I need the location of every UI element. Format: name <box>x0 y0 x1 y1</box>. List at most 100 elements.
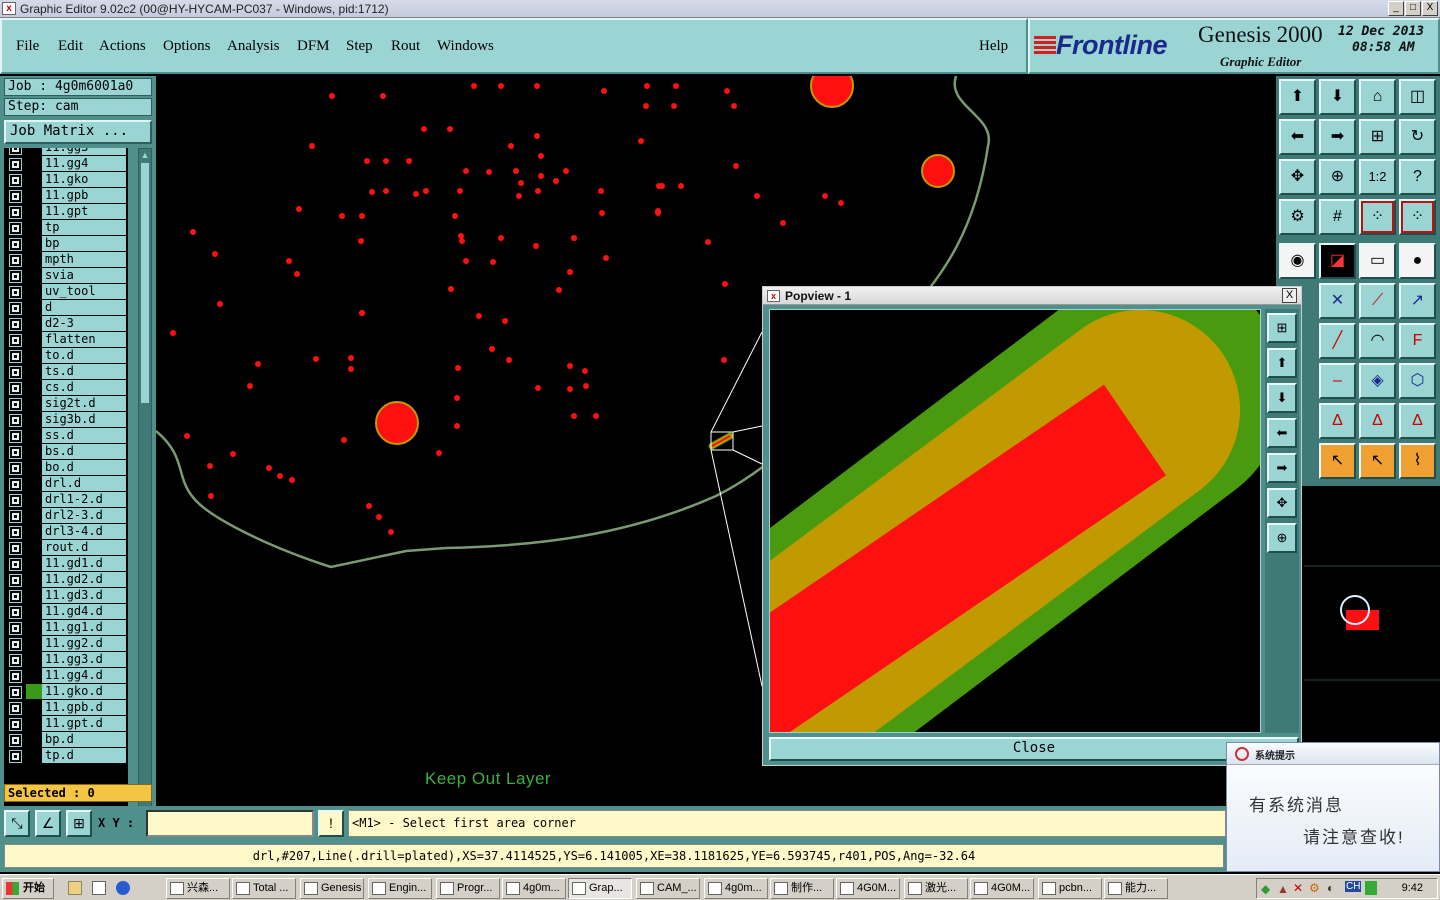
layer-color-box[interactable] <box>26 652 42 667</box>
layer-color-box[interactable] <box>26 636 42 651</box>
layer-row[interactable]: ss.d <box>4 428 128 444</box>
menu-step[interactable]: Step <box>346 38 373 55</box>
layer-checkbox[interactable] <box>9 606 22 619</box>
layer-color-box[interactable] <box>26 508 42 523</box>
layer-color-box[interactable] <box>26 252 42 267</box>
layer-checkbox[interactable] <box>9 622 22 635</box>
popview-canvas[interactable] <box>769 309 1261 733</box>
layer-checkbox[interactable] <box>9 750 22 763</box>
taskbar-item[interactable]: Genesis <box>300 878 364 899</box>
layer-name[interactable]: 11.gko <box>42 172 126 187</box>
layer-row[interactable]: 11.gko.d <box>4 684 128 700</box>
layer-color-box[interactable] <box>26 380 42 395</box>
layer-color-box[interactable] <box>26 668 42 683</box>
menu-file[interactable]: File <box>16 38 39 55</box>
snap-mode-icon[interactable]: ⤡ <box>4 810 30 837</box>
layer-checkbox[interactable] <box>9 686 22 699</box>
taskbar-item[interactable]: 4g0m... <box>704 878 768 899</box>
popview-pan-right-icon[interactable]: ➡ <box>1267 453 1297 483</box>
layer-row[interactable]: 11.gpt.d <box>4 716 128 732</box>
menu-dfm[interactable]: DFM <box>297 38 330 55</box>
xy-input[interactable] <box>146 810 314 837</box>
layer-color-box[interactable] <box>26 316 42 331</box>
layer-row[interactable]: bp <box>4 236 128 252</box>
line-snap-icon[interactable]: ⟋ <box>1359 283 1396 319</box>
grid-mode-icon[interactable]: ⊞ <box>66 810 92 837</box>
layer-color-box[interactable] <box>26 204 42 219</box>
layer-checkbox[interactable] <box>9 462 22 475</box>
layer-checkbox[interactable] <box>9 254 22 267</box>
layer-color-box[interactable] <box>26 716 42 731</box>
layer-name[interactable]: drl1-2.d <box>42 492 126 507</box>
add-line-icon[interactable]: ╱ <box>1319 323 1356 359</box>
layer-name[interactable]: 11.gd2.d <box>42 572 126 587</box>
layer-checkbox[interactable] <box>9 574 22 587</box>
info-button[interactable]: ! <box>318 810 344 837</box>
layer-name[interactable]: 11.gg2.d <box>42 636 126 651</box>
taskbar-item[interactable]: 制作... <box>770 878 834 899</box>
layer-checkbox[interactable] <box>9 430 22 443</box>
layer-checkbox[interactable] <box>9 334 22 347</box>
layer-name[interactable]: sig3b.d <box>42 412 126 427</box>
pan-down-icon[interactable]: ⬇ <box>1319 79 1356 115</box>
layer-row[interactable]: tp.d <box>4 748 128 764</box>
layer-name[interactable]: 11.gd3.d <box>42 588 126 603</box>
layer-checkbox[interactable] <box>9 558 22 571</box>
pointer-icon[interactable]: ↖ <box>1319 443 1356 479</box>
taskbar-item[interactable]: 激光... <box>904 878 968 899</box>
layer-name[interactable]: bo.d <box>42 460 126 475</box>
layer-row[interactable]: drl2-3.d <box>4 508 128 524</box>
layer-name[interactable]: to.d <box>42 348 126 363</box>
layer-row[interactable]: d2-3 <box>4 316 128 332</box>
layer-name[interactable]: drl2-3.d <box>42 508 126 523</box>
layer-checkbox[interactable] <box>9 366 22 379</box>
redraw-icon[interactable]: ↻ <box>1399 119 1436 155</box>
popview-fit-icon[interactable]: ✥ <box>1267 488 1297 518</box>
layer-color-box[interactable] <box>26 172 42 187</box>
taskbar-item[interactable]: 4g0m... <box>502 878 566 899</box>
taskbar-item[interactable]: 能力... <box>1104 878 1168 899</box>
popview-pan-left-icon[interactable]: ⬅ <box>1267 418 1297 448</box>
layer-checkbox[interactable] <box>9 654 22 667</box>
layer-checkbox[interactable] <box>9 702 22 715</box>
taskbar-item[interactable]: pcbn... <box>1038 878 1102 899</box>
layer-row[interactable]: tp <box>4 220 128 236</box>
ruler-icon[interactable]: ▭ <box>1359 243 1396 279</box>
zoom-in-icon[interactable]: ⊞ <box>1359 119 1396 155</box>
layer-name[interactable]: tp <box>42 220 126 235</box>
tray-volume-icon[interactable]: ◐ <box>1327 881 1334 895</box>
layer-name[interactable]: 11.gg4.d <box>42 668 126 683</box>
layer-row[interactable]: drl3-4.d <box>4 524 128 540</box>
layer-name[interactable]: svia <box>42 268 126 283</box>
layer-color-box[interactable] <box>26 332 42 347</box>
layer-name[interactable]: uv_tool <box>42 284 126 299</box>
layer-row[interactable]: drl1-2.d <box>4 492 128 508</box>
layer-checkbox[interactable] <box>9 158 22 171</box>
layer-color-box[interactable] <box>26 556 42 571</box>
zoom-fit-icon[interactable]: ⊕ <box>1319 159 1356 195</box>
popview-title-bar[interactable]: x Popview - 1 X <box>763 287 1301 305</box>
add-symbol-icon[interactable]: ⬡ <box>1399 363 1436 399</box>
layer-name[interactable]: 11.gg3 <box>42 148 126 155</box>
measure-color-icon[interactable]: ◪ <box>1319 243 1356 279</box>
tray-language-indicator[interactable]: CH <box>1345 881 1362 892</box>
menu-help[interactable]: Help <box>979 38 1008 55</box>
overview-map[interactable] <box>1304 486 1440 740</box>
layer-color-box[interactable] <box>26 572 42 587</box>
route-icon[interactable]: ⌇ <box>1399 443 1436 479</box>
layer-name[interactable]: bp.d <box>42 732 126 747</box>
scroll-up-icon[interactable]: ▲ <box>140 150 150 160</box>
layer-name[interactable]: d2-3 <box>42 316 126 331</box>
settings-icon[interactable]: ⚙ <box>1279 199 1316 235</box>
layer-name[interactable]: rout.d <box>42 540 126 555</box>
layer-checkbox[interactable] <box>9 446 22 459</box>
layer-color-box[interactable] <box>26 236 42 251</box>
layer-name[interactable]: 11.gko.d <box>42 684 126 699</box>
popview-close-icon[interactable]: X <box>1282 288 1297 303</box>
taskbar-item[interactable]: Engin... <box>368 878 432 899</box>
layer-row[interactable]: 11.gko <box>4 172 128 188</box>
layer-color-box[interactable] <box>26 148 42 155</box>
layer-row[interactable]: bp.d <box>4 732 128 748</box>
layer-name[interactable]: ss.d <box>42 428 126 443</box>
help-icon[interactable]: ? <box>1399 159 1436 195</box>
